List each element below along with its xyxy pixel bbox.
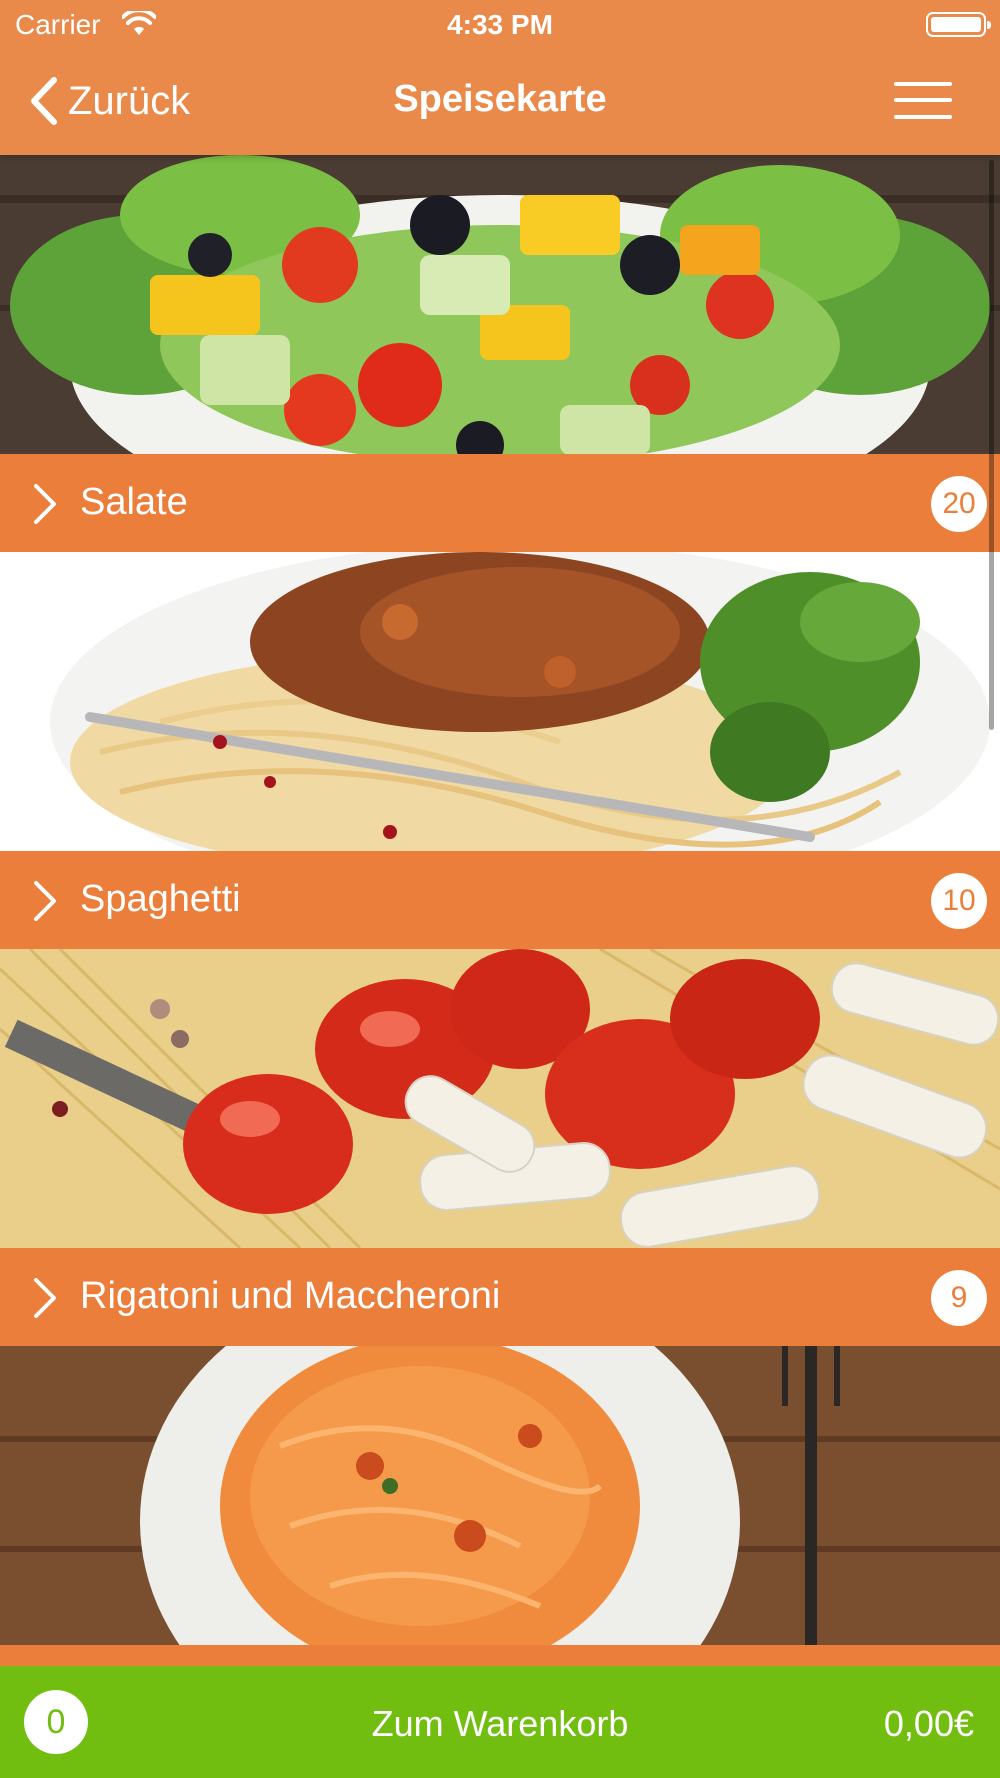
navigation-bar: Zurück Speisekarte — [0, 50, 1000, 155]
cart-label: Zum Warenkorb — [371, 1703, 629, 1744]
chevron-right-icon — [34, 484, 56, 524]
go-to-cart-button[interactable]: 0 Zum Warenkorb 0,00€ — [0, 1666, 1000, 1778]
category-list[interactable]: Salate 20 Spaghetti 10 Rigatoni und Macc… — [0, 155, 1000, 1666]
category-item-salate[interactable]: Salate 20 — [0, 155, 1000, 552]
category-label: Rigatoni und Maccheroni — [80, 1275, 501, 1317]
category-count-badge: 20 — [931, 476, 987, 532]
category-label: Spaghetti — [80, 878, 241, 920]
clock: 4:33 PM — [447, 9, 553, 40]
category-bar[interactable]: Spaghetti 10 — [0, 851, 1000, 949]
top-bar: Carrier 4:33 PM Zurück Speisekarte — [0, 0, 1000, 155]
category-item-tagliatelle[interactable] — [0, 1346, 1000, 1666]
salad-photo — [0, 155, 1000, 454]
battery-icon — [926, 12, 991, 37]
spaghetti-bolognese-photo — [0, 552, 1000, 851]
scroll-indicator[interactable] — [989, 160, 994, 730]
chevron-right-icon — [34, 881, 56, 921]
tagliatelle-photo — [0, 1346, 1000, 1645]
chevron-right-icon — [34, 1278, 56, 1318]
category-label: Salate — [80, 481, 188, 523]
category-item-rigatoni-und-maccheroni[interactable]: Rigatoni und Maccheroni 9 — [0, 949, 1000, 1346]
category-count-badge: 10 — [931, 873, 987, 929]
status-bar: Carrier 4:33 PM — [0, 0, 1000, 50]
category-bar[interactable]: Rigatoni und Maccheroni 9 — [0, 1248, 1000, 1346]
category-count-badge: 9 — [931, 1270, 987, 1326]
category-bar[interactable]: Salate 20 — [0, 454, 1000, 552]
hamburger-menu-icon[interactable] — [894, 78, 952, 122]
rigatoni-tomatoes-photo — [0, 949, 1000, 1248]
page-title: Speisekarte — [393, 78, 607, 120]
cart-total: 0,00€ — [883, 1703, 974, 1744]
category-item-spaghetti[interactable]: Spaghetti 10 — [0, 552, 1000, 949]
category-bar[interactable] — [0, 1645, 1000, 1666]
